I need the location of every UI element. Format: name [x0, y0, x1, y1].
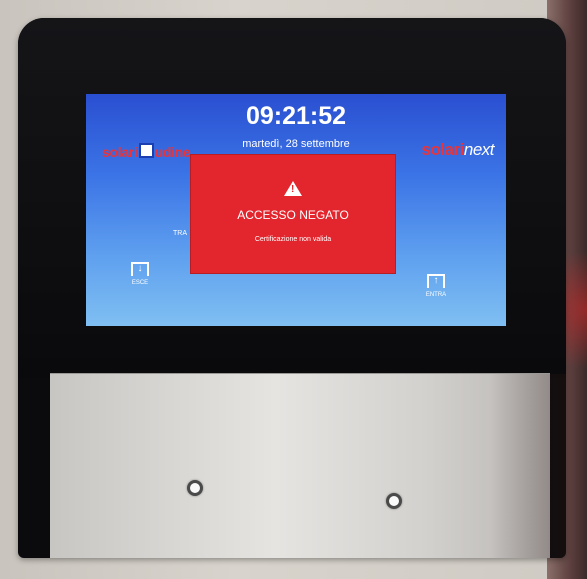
arrow-down-icon: ↓ — [131, 262, 149, 276]
terminal-screen: solari udine solarinext 09:21:52 martedì,… — [86, 94, 506, 326]
clock-date: martedì, 28 settembre — [242, 138, 350, 150]
dialog-message: Certificazione non valida — [254, 236, 332, 243]
enter-button[interactable]: ↑ ENTRA — [424, 274, 448, 298]
clock-time: 09:21:52 — [245, 102, 347, 130]
partial-label: TRA — [173, 230, 187, 237]
access-terminal: solari udine solarinext 09:21:52 martedì,… — [18, 18, 566, 558]
arrow-up-icon: ↑ — [427, 274, 445, 288]
panel-shade — [490, 374, 566, 558]
right-led-indicator — [386, 493, 402, 509]
access-denied-dialog: ! ACCESSO NEGATO Certificazione non vali… — [190, 154, 396, 274]
warning-icon: ! — [284, 181, 302, 196]
exit-button[interactable]: ↓ ESCE — [128, 262, 152, 286]
device-lower-panel — [50, 373, 566, 558]
enter-label: ENTRA — [425, 292, 447, 298]
exit-label: ESCE — [131, 280, 149, 286]
dialog-title: ACCESSO NEGATO — [237, 208, 349, 222]
left-led-indicator — [187, 480, 203, 496]
